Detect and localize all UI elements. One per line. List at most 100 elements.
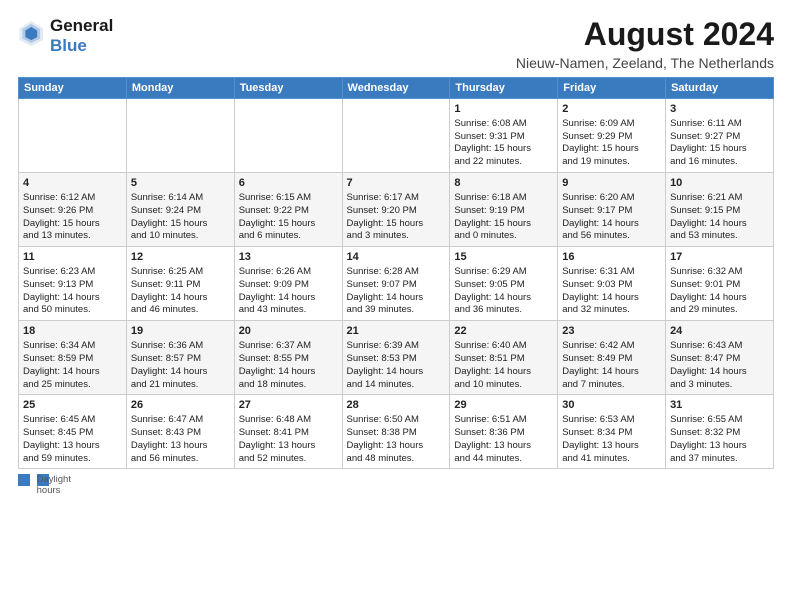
cell-line: Sunrise: 6:09 AM <box>562 118 661 131</box>
day-header-saturday: Saturday <box>666 78 774 99</box>
cell-line: Sunset: 9:15 PM <box>670 205 769 218</box>
cell-line: and 43 minutes. <box>239 304 338 317</box>
cell-line: and 37 minutes. <box>670 453 769 466</box>
cell-line: Daylight: 15 hours <box>454 143 553 156</box>
day-number: 7 <box>347 176 446 191</box>
cell-line: Daylight: 15 hours <box>562 143 661 156</box>
cell-line: and 39 minutes. <box>347 304 446 317</box>
cell-line: Sunset: 8:57 PM <box>131 353 230 366</box>
cell-line: and 41 minutes. <box>562 453 661 466</box>
header: General Blue August 2024 Nieuw-Namen, Ze… <box>18 16 774 71</box>
cell-line: Sunrise: 6:40 AM <box>454 340 553 353</box>
day-number: 30 <box>562 398 661 413</box>
cell-line: and 16 minutes. <box>670 156 769 169</box>
cell-line: Sunrise: 6:08 AM <box>454 118 553 131</box>
calendar-cell: 26Sunrise: 6:47 AMSunset: 8:43 PMDayligh… <box>126 395 234 469</box>
cell-line: Sunrise: 6:23 AM <box>23 266 122 279</box>
cell-line: and 10 minutes. <box>454 379 553 392</box>
cell-line: Sunrise: 6:51 AM <box>454 414 553 427</box>
cell-line: and 14 minutes. <box>347 379 446 392</box>
cell-line: Sunset: 8:34 PM <box>562 427 661 440</box>
cell-line: and 3 minutes. <box>670 379 769 392</box>
day-number: 21 <box>347 324 446 339</box>
cell-line: Sunset: 9:20 PM <box>347 205 446 218</box>
cell-line: Daylight: 14 hours <box>23 292 122 305</box>
calendar-cell <box>126 99 234 173</box>
cell-line: Daylight: 14 hours <box>347 366 446 379</box>
cell-line: Sunrise: 6:15 AM <box>239 192 338 205</box>
calendar-cell <box>342 99 450 173</box>
cell-line: and 32 minutes. <box>562 304 661 317</box>
calendar-week-3: 11Sunrise: 6:23 AMSunset: 9:13 PMDayligh… <box>19 247 774 321</box>
calendar-cell: 18Sunrise: 6:34 AMSunset: 8:59 PMDayligh… <box>19 321 127 395</box>
day-number: 27 <box>239 398 338 413</box>
cell-line: Sunrise: 6:39 AM <box>347 340 446 353</box>
calendar-cell: 4Sunrise: 6:12 AMSunset: 9:26 PMDaylight… <box>19 173 127 247</box>
day-number: 23 <box>562 324 661 339</box>
cell-line: Sunrise: 6:25 AM <box>131 266 230 279</box>
calendar-cell: 11Sunrise: 6:23 AMSunset: 9:13 PMDayligh… <box>19 247 127 321</box>
cell-line: Sunrise: 6:50 AM <box>347 414 446 427</box>
calendar-cell: 14Sunrise: 6:28 AMSunset: 9:07 PMDayligh… <box>342 247 450 321</box>
cell-line: Sunset: 9:07 PM <box>347 279 446 292</box>
day-number: 24 <box>670 324 769 339</box>
cell-line: Sunset: 9:31 PM <box>454 131 553 144</box>
day-number: 12 <box>131 250 230 265</box>
day-header-thursday: Thursday <box>450 78 558 99</box>
calendar-cell: 22Sunrise: 6:40 AMSunset: 8:51 PMDayligh… <box>450 321 558 395</box>
cell-line: Sunset: 9:11 PM <box>131 279 230 292</box>
cell-line: Daylight: 13 hours <box>347 440 446 453</box>
day-number: 14 <box>347 250 446 265</box>
cell-line: Daylight: 14 hours <box>562 218 661 231</box>
day-number: 19 <box>131 324 230 339</box>
calendar-cell: 21Sunrise: 6:39 AMSunset: 8:53 PMDayligh… <box>342 321 450 395</box>
cell-line: Sunset: 8:59 PM <box>23 353 122 366</box>
calendar-cell: 3Sunrise: 6:11 AMSunset: 9:27 PMDaylight… <box>666 99 774 173</box>
cell-line: Daylight: 15 hours <box>239 218 338 231</box>
cell-line: and 6 minutes. <box>239 230 338 243</box>
title-block: August 2024 Nieuw-Namen, Zeeland, The Ne… <box>516 16 774 71</box>
cell-line: Sunset: 9:13 PM <box>23 279 122 292</box>
calendar-cell: 27Sunrise: 6:48 AMSunset: 8:41 PMDayligh… <box>234 395 342 469</box>
cell-line: and 19 minutes. <box>562 156 661 169</box>
day-number: 20 <box>239 324 338 339</box>
cell-line: and 53 minutes. <box>670 230 769 243</box>
cell-line: and 18 minutes. <box>239 379 338 392</box>
cell-line: Daylight: 13 hours <box>670 440 769 453</box>
day-number: 4 <box>23 176 122 191</box>
daylight-color-swatch <box>18 474 30 486</box>
cell-line: Sunrise: 6:29 AM <box>454 266 553 279</box>
cell-line: and 52 minutes. <box>239 453 338 466</box>
cell-line: Sunrise: 6:42 AM <box>562 340 661 353</box>
cell-line: Daylight: 14 hours <box>670 366 769 379</box>
calendar-cell: 24Sunrise: 6:43 AMSunset: 8:47 PMDayligh… <box>666 321 774 395</box>
calendar-cell: 20Sunrise: 6:37 AMSunset: 8:55 PMDayligh… <box>234 321 342 395</box>
cell-line: Daylight: 13 hours <box>239 440 338 453</box>
logo-general: General <box>50 16 113 36</box>
page: General Blue August 2024 Nieuw-Namen, Ze… <box>0 0 792 612</box>
day-number: 3 <box>670 102 769 117</box>
footer-note: Daylight hours <box>18 474 774 486</box>
day-header-monday: Monday <box>126 78 234 99</box>
calendar-cell: 10Sunrise: 6:21 AMSunset: 9:15 PMDayligh… <box>666 173 774 247</box>
calendar-cell: 6Sunrise: 6:15 AMSunset: 9:22 PMDaylight… <box>234 173 342 247</box>
cell-line: Daylight: 14 hours <box>239 366 338 379</box>
cell-line: and 7 minutes. <box>562 379 661 392</box>
cell-line: Sunset: 8:55 PM <box>239 353 338 366</box>
calendar-cell <box>234 99 342 173</box>
calendar-cell: 17Sunrise: 6:32 AMSunset: 9:01 PMDayligh… <box>666 247 774 321</box>
day-number: 15 <box>454 250 553 265</box>
cell-line: and 3 minutes. <box>347 230 446 243</box>
day-number: 13 <box>239 250 338 265</box>
cell-line: Sunset: 9:26 PM <box>23 205 122 218</box>
calendar-week-4: 18Sunrise: 6:34 AMSunset: 8:59 PMDayligh… <box>19 321 774 395</box>
calendar-week-2: 4Sunrise: 6:12 AMSunset: 9:26 PMDaylight… <box>19 173 774 247</box>
daylight-label: Daylight hours <box>37 474 49 486</box>
day-number: 18 <box>23 324 122 339</box>
calendar-cell: 13Sunrise: 6:26 AMSunset: 9:09 PMDayligh… <box>234 247 342 321</box>
subtitle: Nieuw-Namen, Zeeland, The Netherlands <box>516 55 774 71</box>
cell-line: Sunset: 9:01 PM <box>670 279 769 292</box>
calendar-cell: 2Sunrise: 6:09 AMSunset: 9:29 PMDaylight… <box>558 99 666 173</box>
cell-line: Sunset: 9:03 PM <box>562 279 661 292</box>
day-number: 11 <box>23 250 122 265</box>
